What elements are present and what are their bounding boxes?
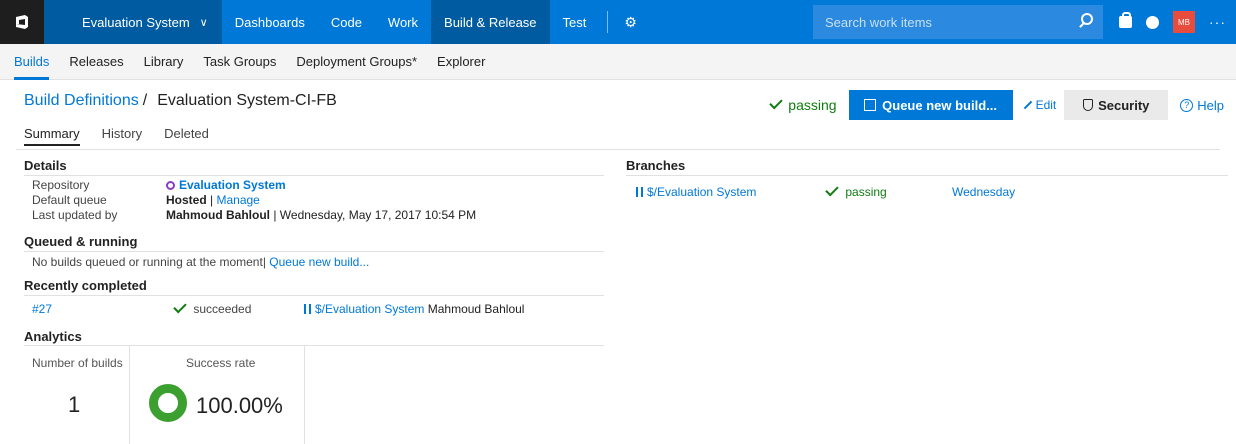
search-box[interactable]: Search work items (813, 5, 1103, 39)
top-bar: Evaluation System ∨ Dashboards Code Work… (0, 0, 1236, 44)
security-button[interactable]: Security (1064, 90, 1169, 120)
sub-navigation: Builds Releases Library Task Groups Depl… (0, 44, 1236, 80)
help-button[interactable]: ? Help (1180, 98, 1224, 113)
search-icon[interactable] (1081, 13, 1093, 25)
subnav-releases[interactable]: Releases (69, 44, 123, 80)
more-icon[interactable]: ··· (1209, 14, 1226, 30)
number-of-builds-value: 1 (68, 392, 81, 417)
queued-running-heading: Queued & running (24, 234, 138, 249)
build-number-link[interactable]: #27 (32, 302, 52, 316)
feedback-icon[interactable] (1146, 15, 1159, 29)
help-icon: ? (1180, 98, 1194, 112)
subnav-builds[interactable]: Builds (14, 44, 50, 80)
repository-icon (166, 181, 175, 190)
branch-last-build-link[interactable]: Wednesday (952, 185, 1015, 199)
queued-empty-text: No builds queued or running at the momen… (32, 255, 266, 269)
number-of-builds-label: Number of builds (32, 356, 123, 370)
divider (16, 149, 1220, 150)
checkmark-icon (769, 95, 784, 109)
recently-completed-heading: Recently completed (24, 278, 147, 293)
success-rate-label: Success rate (186, 356, 256, 370)
divider (24, 175, 604, 176)
queue-new-build-link[interactable]: Queue new build... (269, 255, 369, 269)
edit-label: Edit (1035, 98, 1057, 112)
last-updated-label: Last updated by (32, 208, 118, 222)
build-branch-link[interactable]: $/Evaluation System (315, 302, 424, 316)
build-result-text: succeeded (193, 302, 252, 316)
search-placeholder: Search work items (825, 14, 932, 30)
shield-icon (1083, 99, 1094, 111)
queue-name: Hosted (166, 193, 207, 207)
hub-build-release[interactable]: Build & Release (431, 0, 550, 44)
tab-deleted[interactable]: Deleted (164, 126, 209, 146)
details-heading: Details (24, 158, 67, 173)
branch-link[interactable]: $/Evaluation System (647, 185, 756, 199)
breadcrumb-build-definitions[interactable]: Build Definitions (24, 92, 139, 110)
build-requested-by: Mahmoud Bahloul (427, 302, 525, 316)
avatar[interactable]: MB (1173, 11, 1195, 33)
repository-value: Evaluation System (166, 178, 286, 192)
hub-code[interactable]: Code (318, 0, 375, 44)
project-selector[interactable]: Evaluation System ∨ (44, 0, 222, 44)
subnav-explorer[interactable]: Explorer (437, 44, 485, 80)
queue-separator: | (210, 193, 214, 207)
default-queue-value: Hosted | Manage (166, 193, 260, 207)
marketplace-icon[interactable] (1119, 12, 1132, 28)
divider (626, 175, 1228, 176)
last-updated-value: Mahmoud Bahloul | Wednesday, May 17, 201… (166, 208, 476, 222)
edit-button[interactable]: Edit (1023, 98, 1057, 112)
pencil-icon (1023, 100, 1032, 110)
build-status-badge: passing (769, 95, 837, 113)
help-label: Help (1197, 97, 1224, 113)
success-rate-value: 100.00% (196, 393, 283, 418)
branch-row-name: $/Evaluation System (636, 185, 756, 199)
queue-new-build-button[interactable]: Queue new build... (848, 90, 1013, 120)
branch-status-text: passing (845, 185, 887, 199)
header-actions: passing Queue new build... Edit Security… (769, 90, 1224, 120)
repository-link[interactable]: Evaluation System (179, 178, 286, 192)
page-title: Evaluation System-CI-FB (157, 92, 337, 109)
repository-label: Repository (32, 178, 90, 192)
branch-icon (304, 304, 311, 314)
default-queue-label: Default queue (32, 193, 107, 207)
vsts-logo-icon[interactable] (0, 0, 44, 44)
analytics-heading: Analytics (24, 329, 82, 344)
success-rate-donut (149, 384, 187, 422)
divider (24, 295, 604, 296)
checkmark-icon (173, 299, 187, 314)
hub-dashboards[interactable]: Dashboards (222, 0, 318, 44)
divider (24, 251, 604, 252)
project-name: Evaluation System (82, 14, 190, 30)
build-status-text: passing (788, 97, 837, 113)
security-label: Security (1098, 97, 1150, 113)
updated-by: Mahmoud Bahloul (166, 208, 270, 222)
divider (607, 11, 609, 33)
queue-button-label: Queue new build... (882, 97, 997, 113)
updated-when: | Wednesday, May 17, 2017 10:54 PM (273, 208, 477, 222)
hub-work[interactable]: Work (375, 0, 431, 44)
build-result: succeeded (173, 299, 252, 316)
tab-summary[interactable]: Summary (24, 126, 80, 146)
checkmark-icon (825, 182, 839, 197)
branch-row-status: passing (825, 182, 887, 199)
hub-test[interactable]: Test (550, 0, 600, 44)
subnav-task-groups[interactable]: Task Groups (203, 44, 276, 80)
breadcrumb-separator: / (142, 92, 148, 109)
branch-icon (636, 187, 643, 197)
gear-icon[interactable]: ⚙ (618, 14, 643, 31)
page-tabs: Summary History Deleted (24, 126, 209, 146)
tab-history[interactable]: History (102, 126, 142, 146)
subnav-deployment-groups[interactable]: Deployment Groups* (296, 44, 417, 80)
build-branch: $/Evaluation System Mahmoud Bahloul (304, 302, 524, 316)
queued-message: No builds queued or running at the momen… (32, 255, 369, 269)
queue-icon (864, 99, 877, 111)
subnav-library[interactable]: Library (144, 44, 184, 80)
breadcrumb: Build Definitions / Evaluation System-CI… (24, 92, 337, 110)
manage-link[interactable]: Manage (216, 193, 259, 207)
chevron-down-icon: ∨ (199, 16, 208, 29)
branches-heading: Branches (626, 158, 686, 173)
